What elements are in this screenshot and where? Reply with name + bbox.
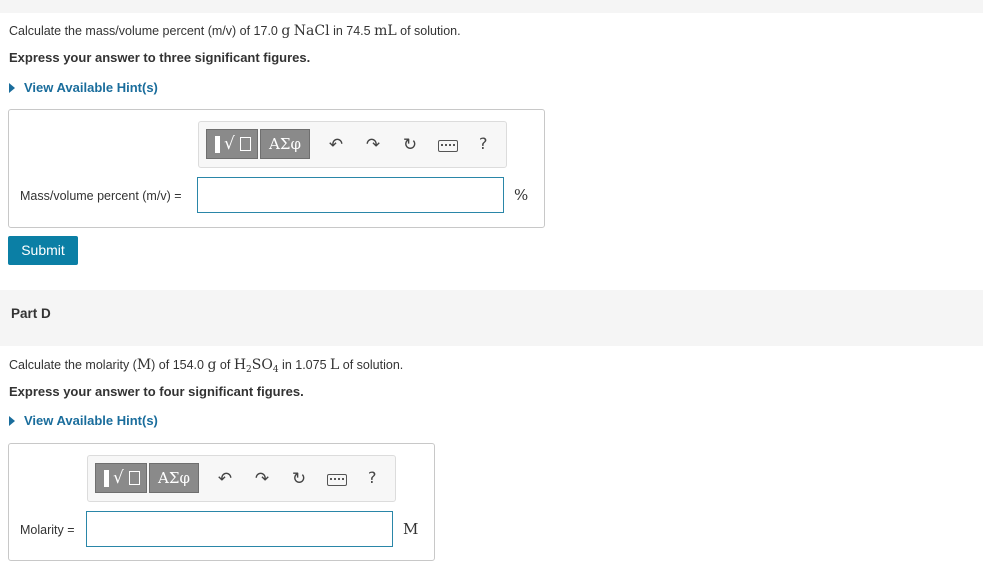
math-h2so4: H2SO4 xyxy=(233,357,279,375)
box-icon xyxy=(240,137,251,151)
top-section-bar xyxy=(0,0,983,13)
block-icon xyxy=(215,136,220,153)
redo-icon[interactable]: ↷ xyxy=(251,468,273,490)
submit-button[interactable]: Submit xyxy=(8,236,78,265)
question-text: ) of 154.0 xyxy=(151,358,208,372)
part-c-answer-panel: √ ΑΣφ ↶ ↷ ↻ ? Mass/volume percent (m/v) … xyxy=(8,109,545,228)
hint-label: View Available Hint(s) xyxy=(24,413,158,428)
part-d-hint-link[interactable]: View Available Hint(s) xyxy=(9,413,158,428)
block-icon xyxy=(104,470,109,487)
answer-label: Mass/volume percent (m/v) = xyxy=(20,189,182,203)
molarity-input[interactable] xyxy=(86,511,393,547)
formula-h: H xyxy=(233,357,247,373)
part-d-header-bar xyxy=(0,290,983,346)
math-nacl: NaCl xyxy=(293,23,330,39)
part-c-hint-link[interactable]: View Available Hint(s) xyxy=(9,80,158,95)
mass-volume-percent-input[interactable] xyxy=(197,177,504,213)
undo-icon[interactable]: ↶ xyxy=(214,468,236,490)
help-button[interactable]: ? xyxy=(479,134,488,153)
question-text: of solution. xyxy=(339,358,404,372)
question-text: Calculate the molarity ( xyxy=(9,358,137,372)
undo-icon[interactable]: ↶ xyxy=(325,134,347,156)
templates-button[interactable]: √ xyxy=(206,129,258,159)
part-d-instruction: Express your answer to four significant … xyxy=(9,384,304,399)
question-text: in 74.5 xyxy=(329,24,375,38)
reset-icon[interactable]: ↻ xyxy=(288,468,310,490)
question-text: Calculate the mass/volume percent (m/v) … xyxy=(9,24,282,38)
caret-right-icon xyxy=(9,83,15,93)
reset-icon[interactable]: ↻ xyxy=(399,134,421,156)
unit-percent: % xyxy=(514,186,529,204)
help-button[interactable]: ? xyxy=(368,468,377,487)
caret-right-icon xyxy=(9,416,15,426)
templates-button[interactable]: √ xyxy=(95,463,147,493)
math-unit-l: L xyxy=(330,357,340,373)
question-text: of solution. xyxy=(396,24,461,38)
math-m: M xyxy=(136,357,152,373)
question-text: in 1.075 xyxy=(278,358,331,372)
math-unit-ml: mL xyxy=(374,23,397,39)
sqrt-icon: √ xyxy=(113,468,124,488)
part-c-question: Calculate the mass/volume percent (m/v) … xyxy=(9,23,461,39)
math-toolbar: √ ΑΣφ ↶ ↷ ↻ ? xyxy=(87,455,396,502)
formula-so: SO xyxy=(251,357,273,373)
math-toolbar: √ ΑΣφ ↶ ↷ ↻ ? xyxy=(198,121,507,168)
keyboard-icon[interactable] xyxy=(327,474,347,486)
part-d-answer-panel: √ ΑΣφ ↶ ↷ ↻ ? Molarity = M xyxy=(8,443,435,561)
sqrt-icon: √ xyxy=(224,134,235,154)
greek-symbols-button[interactable]: ΑΣφ xyxy=(260,129,310,159)
part-d-title: Part D xyxy=(11,306,51,321)
question-text: of xyxy=(216,358,234,372)
greek-symbols-button[interactable]: ΑΣφ xyxy=(149,463,199,493)
unit-molarity: M xyxy=(403,520,419,538)
redo-icon[interactable]: ↷ xyxy=(362,134,384,156)
part-d-question: Calculate the molarity (M) of 154.0 g of… xyxy=(9,357,403,375)
math-unit-g: g xyxy=(281,23,291,39)
answer-label: Molarity = xyxy=(20,523,75,537)
keyboard-icon[interactable] xyxy=(438,140,458,152)
part-c-instruction: Express your answer to three significant… xyxy=(9,50,311,65)
box-icon xyxy=(129,471,140,485)
hint-label: View Available Hint(s) xyxy=(24,80,158,95)
